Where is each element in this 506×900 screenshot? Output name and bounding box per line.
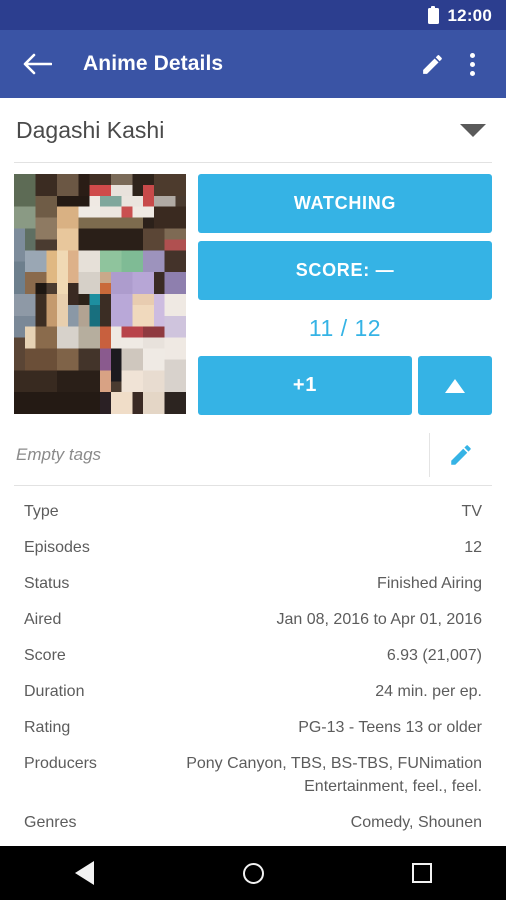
more-vertical-icon <box>469 52 475 76</box>
detail-label: Producers <box>24 755 97 772</box>
anime-title-row[interactable]: Dagashi Kashi <box>0 98 506 162</box>
detail-value: TV <box>461 503 482 520</box>
detail-value: Jan 08, 2016 to Apr 01, 2016 <box>276 611 483 628</box>
detail-value: 12 <box>464 539 482 556</box>
increment-episode-button[interactable]: +1 <box>198 356 412 415</box>
table-row: Aired Jan 08, 2016 to Apr 01, 2016 <box>24 608 482 631</box>
nav-home-icon <box>242 862 264 884</box>
edit-button[interactable] <box>412 44 452 84</box>
expand-button[interactable] <box>418 356 492 415</box>
details-table: Type TV Episodes 12 Status Finished Airi… <box>0 486 506 834</box>
back-button[interactable] <box>20 47 54 81</box>
status-bar: 12:00 <box>0 0 506 30</box>
table-row: Status Finished Airing <box>24 572 482 595</box>
watch-status-button[interactable]: WATCHING <box>198 174 492 233</box>
nav-recents-button[interactable] <box>337 846 506 900</box>
detail-value: PG-13 - Teens 13 or older <box>298 719 482 736</box>
chevron-down-icon <box>460 123 486 137</box>
detail-value: 24 min. per ep. <box>375 683 482 700</box>
system-navigation-bar <box>0 846 506 900</box>
edit-tags-button[interactable] <box>430 442 492 468</box>
nav-home-button[interactable] <box>169 846 338 900</box>
anime-cover-art[interactable] <box>14 174 186 414</box>
detail-label: Aired <box>24 611 62 628</box>
caret-up-icon <box>445 378 465 393</box>
detail-label: Status <box>24 575 70 592</box>
arrow-back-icon <box>23 53 52 75</box>
detail-label: Type <box>24 503 59 520</box>
table-row: Episodes 12 <box>24 536 482 559</box>
table-row: Type TV <box>24 500 482 523</box>
table-row: Rating PG-13 - Teens 13 or older <box>24 716 482 739</box>
status-bar-clock: 12:00 <box>447 5 492 25</box>
pencil-edit-icon <box>451 445 471 465</box>
pencil-edit-icon <box>422 54 442 74</box>
overflow-menu-button[interactable] <box>452 44 492 84</box>
tags-row: Empty tags <box>0 425 506 485</box>
battery-full-icon <box>427 6 439 24</box>
table-row: Genres Comedy, Shounen <box>24 811 482 834</box>
detail-value: Comedy, Shounen <box>350 814 482 831</box>
action-buttons: WATCHING SCORE: — 11 / 12 +1 <box>198 174 492 415</box>
status-bar-right: 12:00 <box>427 5 492 25</box>
detail-value: Finished Airing <box>377 575 482 592</box>
table-row: Producers Pony Canyon, TBS, BS-TBS, FUNi… <box>24 752 482 798</box>
detail-label: Score <box>24 647 66 664</box>
increment-row: +1 <box>198 356 492 415</box>
detail-label: Rating <box>24 719 71 736</box>
page-title: Anime Details <box>83 52 224 75</box>
score-button[interactable]: SCORE: — <box>198 241 492 300</box>
detail-value: Pony Canyon, TBS, BS-TBS, FUNimation Ent… <box>186 755 482 795</box>
nav-recents-icon <box>411 863 432 883</box>
detail-value: 6.93 (21,007) <box>386 647 482 664</box>
anime-title: Dagashi Kashi <box>16 116 165 143</box>
hero-section: WATCHING SCORE: — 11 / 12 +1 <box>0 163 506 415</box>
nav-back-icon <box>74 861 94 885</box>
title-dropdown-button[interactable] <box>460 123 486 137</box>
content-area: Dagashi Kashi WATCHING SCORE: — 11 / 12 … <box>0 98 506 846</box>
episode-progress: 11 / 12 <box>308 315 382 341</box>
app-screen: 12:00 Anime Details Dagashi Kashi WATCHI… <box>0 0 506 900</box>
table-row: Duration 24 min. per ep. <box>24 680 482 703</box>
tags-input[interactable]: Empty tags <box>16 445 429 465</box>
app-bar: Anime Details <box>0 30 506 98</box>
table-row: Score 6.93 (21,007) <box>24 644 482 667</box>
detail-label: Duration <box>24 683 85 700</box>
nav-back-button[interactable] <box>0 846 169 900</box>
detail-label: Episodes <box>24 539 90 556</box>
detail-label: Genres <box>24 814 77 831</box>
